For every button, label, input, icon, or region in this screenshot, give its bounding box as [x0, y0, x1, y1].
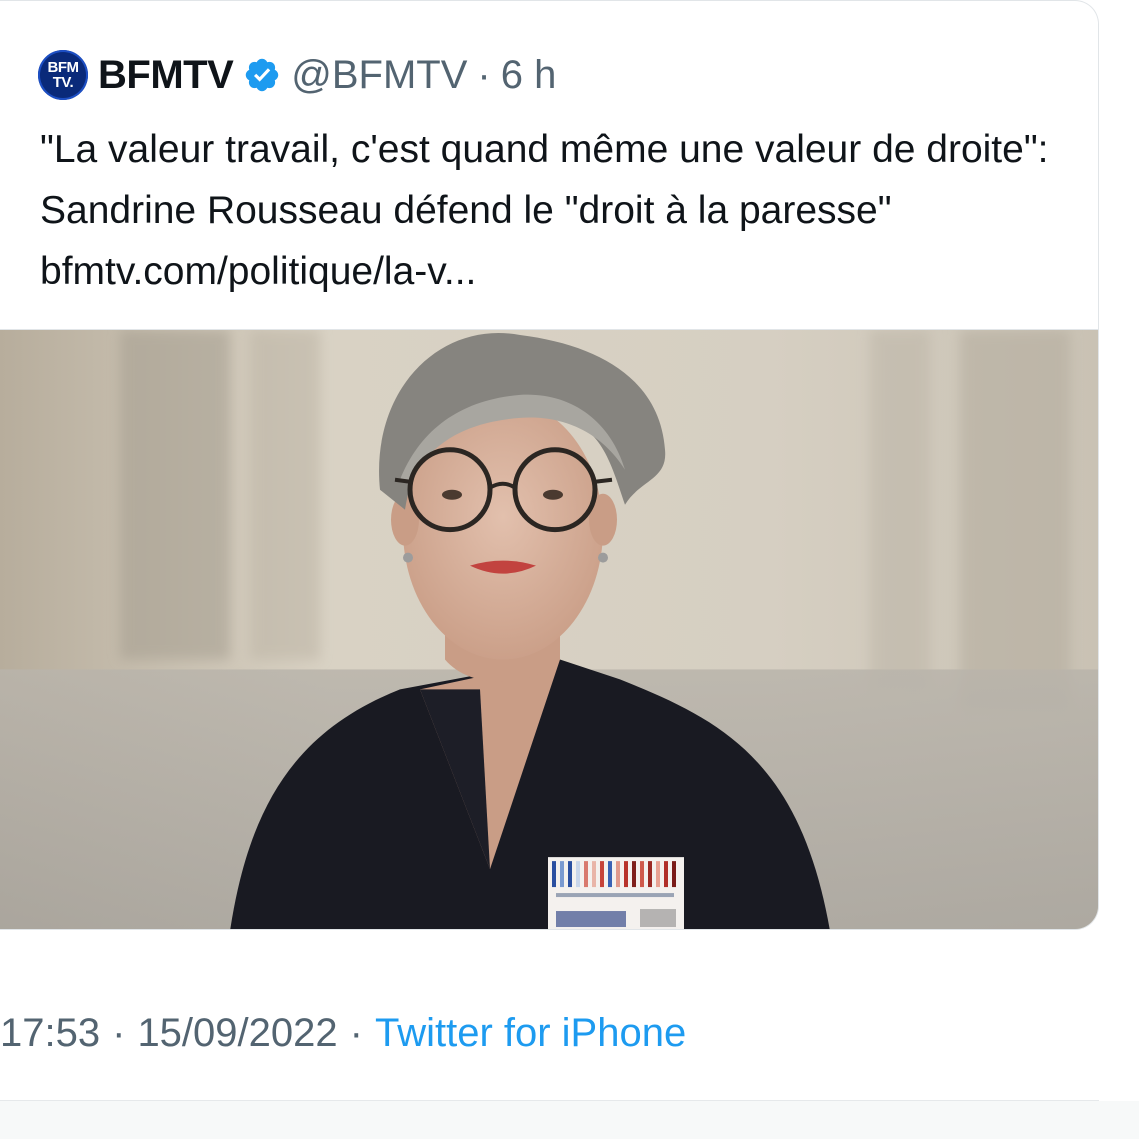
tweet-text: "La valeur travail, c'est quand même une… — [40, 128, 1049, 293]
post-date[interactable]: 15/09/2022 — [137, 1011, 337, 1056]
time-ago[interactable]: 6 h — [501, 53, 557, 98]
tweet-meta: 17:53 · 15/09/2022 · Twitter for iPhone — [0, 1008, 686, 1058]
meta-separator: · — [112, 1010, 126, 1055]
action-bar-area — [0, 1101, 1139, 1139]
header-separator: · — [477, 52, 491, 97]
display-name[interactable]: BFMTV — [98, 53, 234, 98]
post-time[interactable]: 17:53 — [0, 1011, 100, 1056]
handle[interactable]: @BFMTV — [291, 53, 467, 98]
tweet-media-image[interactable] — [0, 329, 1098, 929]
avatar-logo-line2: TV. — [52, 74, 74, 91]
quoted-tweet-card[interactable]: BFM TV. BFMTV @BFMTV · 6 h "La valeur tr… — [0, 0, 1099, 930]
portrait-photo — [0, 330, 1098, 929]
meta-separator: · — [349, 1010, 363, 1055]
quoted-tweet-header: BFM TV. BFMTV @BFMTV · 6 h — [38, 49, 556, 101]
avatar-logo-line1: BFM — [47, 59, 80, 76]
bfmtv-avatar[interactable]: BFM TV. — [38, 50, 88, 100]
source-app-link[interactable]: Twitter for iPhone — [375, 1011, 686, 1056]
verified-badge-icon — [243, 56, 281, 94]
